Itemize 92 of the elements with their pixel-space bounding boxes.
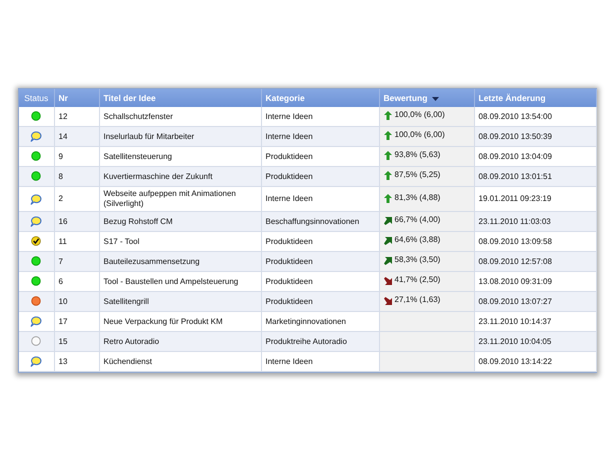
arrow-up-icon [384, 151, 392, 160]
speech-bubble-icon [30, 356, 42, 367]
column-header[interactable]: Titel der Idee [99, 89, 261, 107]
idea-title: Webseite aufpeppen mit Animationen (Silverlight) [104, 189, 236, 208]
category-text: Interne Ideen [266, 132, 313, 140]
idea-number: 12 [58, 112, 68, 120]
category-text: Marketinginnovationen [266, 316, 346, 326]
idea-title: Tool - Baustellen und Ampelsteuerung [104, 276, 238, 286]
category-text: Produktideen [266, 172, 313, 180]
status-dot-icon [31, 111, 42, 122]
timestamp-text: 08.09.2010 13:14:22 [478, 356, 552, 366]
rating-text: 27,1% (1,63) [394, 295, 440, 305]
idea-title: Schallschutzfenster [104, 112, 173, 120]
status-dot-icon [31, 276, 42, 286]
idea-number: 7 [58, 256, 63, 266]
arrow-up-icon [384, 131, 392, 140]
idea-title: Inselurlaub für Mitarbeiter [104, 132, 194, 140]
rating-text: 81,3% (4,88) [394, 192, 440, 202]
status-dot-icon [31, 151, 42, 162]
idea-number: 15 [58, 336, 68, 346]
idea-number: 16 [58, 216, 68, 226]
status-dot-icon [31, 256, 42, 266]
category-text: Produktideen [266, 276, 313, 286]
arrow-up-icon [384, 194, 392, 202]
category-text: Interne Ideen [266, 112, 313, 120]
rating-text: 64,6% (3,88) [394, 235, 440, 245]
timestamp-text: 13.08.2010 09:31:09 [478, 276, 552, 286]
timestamp-text: 08.09.2010 13:09:58 [478, 236, 552, 246]
timestamp-text: 23.11.2010 10:04:05 [478, 336, 552, 346]
idea-title: Satellitengrill [104, 296, 149, 306]
status-dot-icon [31, 336, 42, 346]
idea-title: Neue Verpackung für Produkt KM [104, 316, 223, 326]
category-text: Produktideen [266, 296, 313, 306]
idea-number: 10 [58, 296, 68, 306]
idea-number: 8 [58, 172, 63, 180]
rating-text: 93,8% (5,63) [394, 150, 440, 160]
timestamp-text: 23.11.2010 11:03:03 [478, 216, 551, 226]
idea-title: Satellitensteuerung [104, 152, 172, 160]
timestamp-text: 08.09.2010 13:50:39 [478, 132, 552, 140]
timestamp-text: 08.09.2010 13:01:51 [478, 172, 552, 180]
arrow-up-right-icon [384, 257, 392, 265]
timestamp-text: 08.09.2010 12:57:08 [478, 256, 552, 266]
rating-text: 100,0% (6,00) [394, 130, 445, 140]
idea-title: Bauteilezusammensetzung [104, 256, 200, 266]
status-dot-icon [31, 171, 42, 182]
column-header[interactable]: Kategorie [261, 89, 379, 107]
status-dot-icon [31, 296, 42, 306]
timestamp-text: 08.09.2010 13:54:00 [478, 112, 552, 120]
category-text: Interne Ideen [266, 194, 313, 203]
arrow-up-icon [384, 171, 392, 180]
arrow-up-icon [384, 111, 392, 120]
speech-bubble-icon [30, 316, 42, 327]
column-header[interactable]: Bewertung [379, 89, 474, 107]
rating-text: 87,5% (5,25) [394, 170, 440, 180]
category-text: Produktideen [266, 236, 313, 246]
timestamp-text: 23.11.2010 10:14:37 [478, 316, 552, 326]
column-header[interactable]: Nr [54, 89, 99, 107]
idea-number: 13 [58, 356, 68, 366]
idea-number: 17 [58, 316, 68, 326]
speech-bubble-icon [30, 131, 42, 142]
column-header[interactable]: Letzte Änderung [474, 89, 596, 107]
arrow-down-right-icon [384, 297, 392, 305]
arrow-up-right-icon [384, 237, 392, 245]
idea-number: 11 [58, 236, 67, 246]
rating-text: 66,7% (4,00) [394, 215, 440, 225]
speech-bubble-icon [30, 216, 42, 227]
category-text: Interne Ideen [266, 356, 313, 366]
idea-title: Retro Autoradio [104, 336, 160, 346]
rating-text: 58,3% (3,50) [394, 255, 440, 265]
idea-number: 6 [58, 276, 63, 286]
idea-title: Küchendienst [104, 356, 152, 366]
category-text: Produktideen [266, 152, 313, 160]
category-text: Beschaffungsinnovationen [266, 216, 360, 226]
arrow-up-right-icon [384, 217, 392, 225]
speech-bubble-icon [30, 194, 42, 204]
category-text: Produktreihe Autoradio [266, 336, 347, 346]
check-badge-icon [31, 236, 42, 246]
timestamp-text: 08.09.2010 13:04:09 [478, 152, 552, 160]
idea-title: Kuvertiermaschine der Zukunft [104, 172, 212, 180]
idea-number: 2 [58, 194, 63, 203]
idea-title: S17 - Tool [104, 236, 140, 246]
idea-title: Bezug Rohstoff CM [104, 216, 173, 226]
rating-text: 100,0% (6,00) [394, 110, 445, 120]
sort-caret-icon [432, 96, 440, 101]
arrow-down-right-icon [384, 277, 392, 285]
timestamp-text: 19.01.2011 09:23:19 [478, 194, 552, 203]
idea-number: 9 [58, 152, 63, 160]
column-header[interactable]: Status [19, 89, 54, 107]
category-text: Produktideen [266, 256, 313, 266]
rating-text: 41,7% (2,50) [394, 275, 440, 285]
idea-number: 14 [58, 132, 68, 140]
timestamp-text: 08.09.2010 13:07:27 [478, 296, 552, 306]
